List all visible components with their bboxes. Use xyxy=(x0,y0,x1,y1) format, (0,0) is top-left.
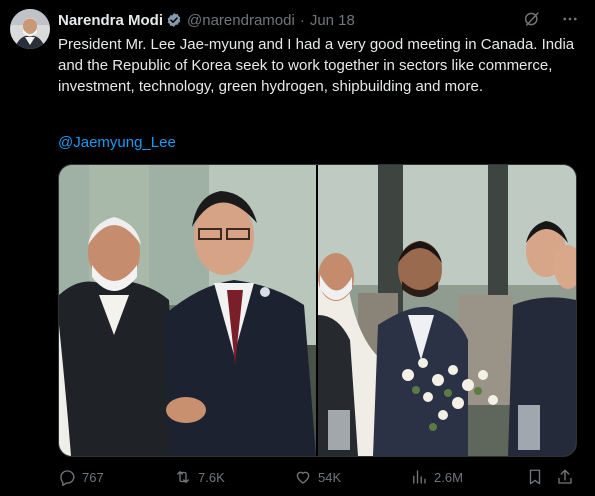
top-actions xyxy=(521,8,581,30)
bookmark-button[interactable] xyxy=(526,468,544,486)
author-name[interactable]: Narendra Modi xyxy=(58,12,163,29)
reply-count: 767 xyxy=(82,469,104,485)
mention-link[interactable]: @Jaemyung_Lee xyxy=(58,132,176,153)
like-count: 54K xyxy=(318,469,342,485)
repost-button[interactable]: 7.6K xyxy=(174,468,225,486)
repost-count: 7.6K xyxy=(198,469,225,485)
photo-2[interactable] xyxy=(318,165,576,456)
avatar[interactable] xyxy=(10,9,50,49)
photo-1[interactable] xyxy=(59,165,316,456)
share-button[interactable] xyxy=(556,468,574,486)
reply-button[interactable]: 767 xyxy=(58,468,104,486)
tweet: Narendra Modi @narendramodi · Jun 18 Pre xyxy=(0,0,595,496)
action-bar: 767 7.6K 54K 2.6M xyxy=(58,466,575,492)
views-button[interactable]: 2.6M xyxy=(410,468,463,486)
post-date[interactable]: Jun 18 xyxy=(310,12,355,29)
like-button[interactable]: 54K xyxy=(294,468,341,486)
reply-icon xyxy=(58,468,76,486)
author-handle[interactable]: @narendramodi xyxy=(187,12,295,29)
post-text: President Mr. Lee Jae-myung and I had a … xyxy=(58,36,575,95)
bookmark-icon xyxy=(526,468,544,486)
separator-dot: · xyxy=(299,11,305,29)
media-grid xyxy=(58,164,577,457)
views-icon xyxy=(410,468,428,486)
views-count: 2.6M xyxy=(434,469,463,485)
verified-badge-icon xyxy=(166,12,182,28)
like-icon xyxy=(294,468,312,486)
repost-icon xyxy=(174,468,192,486)
tweet-header: Narendra Modi @narendramodi · Jun 18 xyxy=(58,10,355,30)
grok-icon[interactable] xyxy=(521,8,543,30)
share-icon xyxy=(556,468,574,486)
more-icon[interactable] xyxy=(559,8,581,30)
